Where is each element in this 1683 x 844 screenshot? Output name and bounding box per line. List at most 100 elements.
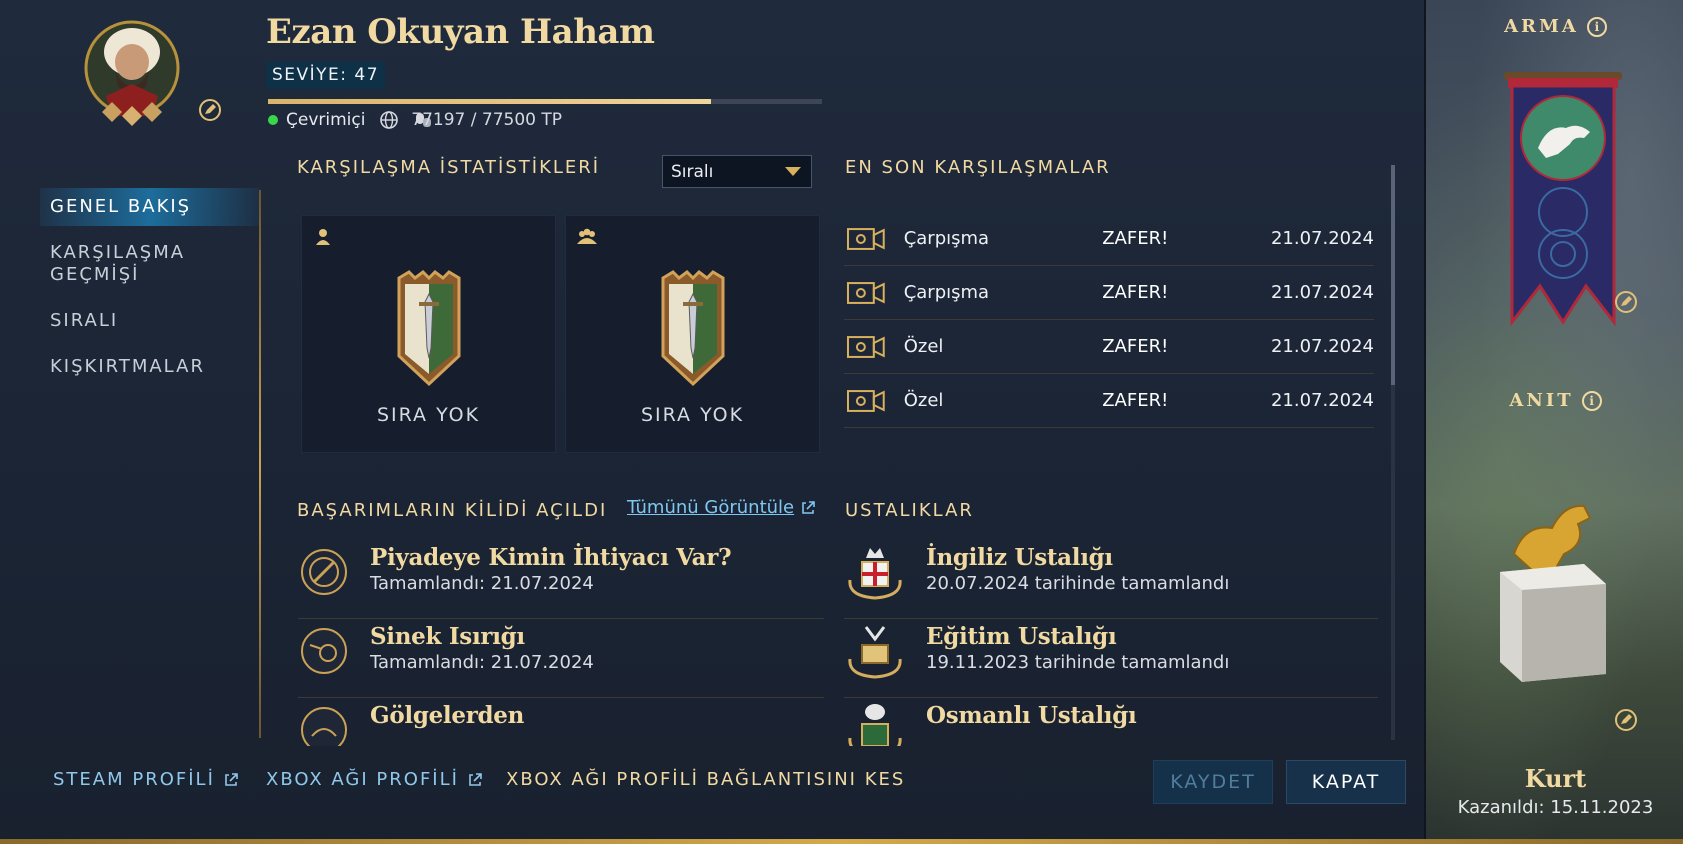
replay-camera-icon[interactable]	[846, 333, 886, 361]
mastery-title: Eğitim Ustalığı	[926, 623, 1117, 650]
xbox-profile-link[interactable]: XBOX AĞI PROFİLİ	[266, 769, 483, 790]
level-badge: SEVİYE: 47	[266, 62, 386, 89]
match-type: Özel	[903, 336, 944, 357]
achievement-title: Sinek Isırığı	[370, 623, 525, 650]
arms-title-label: ARMA	[1504, 16, 1579, 37]
match-result: ZAFER!	[1102, 282, 1169, 303]
training-mastery-icon	[848, 626, 902, 679]
replay-camera-icon[interactable]	[846, 225, 886, 253]
mastery-item[interactable]: İngiliz Ustalığı 20.07.2024 tarihinde ta…	[844, 540, 1378, 619]
wolf-monument-image[interactable]	[1494, 484, 1614, 684]
nav-divider	[259, 190, 261, 738]
achievement-completed-date: Tamamlandı: 21.07.2024	[370, 573, 594, 594]
match-date: 21.07.2024	[1270, 336, 1374, 357]
profile-main-panel: Ezan Okuyan Haham SEVİYE: 47 Çevrimiçi 7…	[0, 0, 1424, 844]
mastery-title: İngiliz Ustalığı	[926, 544, 1113, 571]
xp-progress-bar	[268, 99, 822, 104]
rank-shield-icon	[397, 270, 461, 387]
view-all-label: Tümünü Görüntüle	[627, 497, 795, 518]
coat-of-arms-banner[interactable]	[1504, 72, 1622, 334]
replay-camera-icon[interactable]	[846, 279, 886, 307]
mastery-title: Osmanlı Ustalığı	[926, 702, 1137, 729]
unlink-xbox-label: XBOX AĞI PROFİLİ BAĞLANTISINI KES	[506, 769, 906, 790]
match-stats-title: KARŞILAŞMA İSTATİSTİKLERİ	[297, 157, 601, 178]
achievement-infantry-icon	[301, 549, 347, 595]
achievements-title: BAŞARIMLARIN KİLİDİ AÇILDI	[297, 500, 608, 521]
unlink-xbox-profile-link[interactable]: XBOX AĞI PROFİLİ BAĞLANTISINI KES	[506, 769, 905, 790]
match-row[interactable]: Özel ZAFER! 21.07.2024	[844, 374, 1374, 428]
mastery-item[interactable]: Eğitim Ustalığı 19.11.2023 tarihinde tam…	[844, 619, 1378, 698]
mastery-completed-date: 19.11.2023 tarihinde tamamlandı	[926, 652, 1230, 673]
achievement-title: Piyadeye Kimin İhtiyacı Var?	[370, 544, 732, 571]
mastery-item[interactable]: Osmanlı Ustalığı	[844, 698, 1378, 746]
player-avatar[interactable]	[82, 16, 182, 132]
rank-status: SIRA YOK	[640, 404, 745, 426]
close-button[interactable]: KAPAT	[1286, 760, 1406, 804]
external-link-icon	[469, 772, 482, 786]
edit-monument-icon[interactable]	[1614, 708, 1638, 732]
achievement-item[interactable]: Piyadeye Kimin İhtiyacı Var? Tamamlandı:…	[298, 540, 824, 619]
online-status-dot	[268, 115, 278, 125]
match-date: 21.07.2024	[1270, 390, 1374, 411]
chevron-down-icon	[785, 167, 801, 176]
solo-player-icon	[316, 229, 330, 245]
monument-name: Kurt	[1524, 764, 1587, 793]
match-stats-mode-dropdown[interactable]: Sıralı	[662, 155, 812, 188]
achievement-item[interactable]: Gölgelerden	[298, 698, 824, 746]
ottoman-mastery-icon	[848, 704, 902, 746]
edit-arms-icon[interactable]	[1614, 290, 1638, 314]
english-mastery-icon	[848, 548, 902, 600]
edit-avatar-icon[interactable]	[198, 98, 222, 122]
heraldry-panel: ARMA i ANIT i Kurt Kazanıldı: 15.11.2023	[1424, 0, 1683, 844]
achievement-fly-bite-icon	[301, 628, 347, 674]
match-date: 21.07.2024	[1270, 282, 1374, 303]
monument-title-label: ANIT	[1509, 390, 1574, 411]
dropdown-value: Sıralı	[671, 161, 714, 182]
monument-title: ANIT i	[1426, 390, 1683, 411]
info-icon[interactable]: i	[1581, 390, 1602, 411]
view-all-achievements-link[interactable]: Tümünü Görüntüle	[627, 497, 816, 518]
match-type: Özel	[903, 390, 944, 411]
achievement-completed-date: Tamamlandı: 21.07.2024	[370, 652, 594, 673]
replay-camera-icon[interactable]	[846, 387, 886, 415]
match-row[interactable]: Çarpışma ZAFER! 21.07.2024	[844, 266, 1374, 320]
external-link-icon	[225, 772, 238, 786]
nav-item-taunts[interactable]: KIŞKIRTMALAR	[40, 348, 260, 386]
match-date: 21.07.2024	[1270, 228, 1374, 249]
rank-card-team[interactable]: SIRA YOK	[565, 215, 820, 453]
match-result: ZAFER!	[1102, 390, 1169, 411]
match-row[interactable]: Çarpışma ZAFER! 21.07.2024	[844, 212, 1374, 266]
xp-readout: 77197 / 77500 TP	[411, 110, 562, 130]
profile-nav: GENEL BAKIŞ KARŞILAŞMA GEÇMİŞİ SIRALI KI…	[40, 188, 260, 394]
rank-status: SIRA YOK	[376, 404, 481, 426]
nav-item-overview[interactable]: GENEL BAKIŞ	[40, 188, 260, 226]
nav-item-match-history[interactable]: KARŞILAŞMA GEÇMİŞİ	[40, 234, 200, 294]
arms-title: ARMA i	[1426, 16, 1683, 37]
info-icon[interactable]: i	[1586, 16, 1607, 37]
match-result: ZAFER!	[1102, 336, 1169, 357]
rank-shield-icon	[661, 270, 725, 387]
xp-progress-fill	[268, 99, 712, 104]
nav-item-ranked[interactable]: SIRALI	[40, 302, 260, 340]
masteries-title: USTALIKLAR	[845, 500, 974, 521]
rank-card-solo[interactable]: SIRA YOK	[301, 215, 556, 453]
match-row[interactable]: Özel ZAFER! 21.07.2024	[844, 320, 1374, 374]
bottom-border	[0, 839, 1683, 844]
xbox-profile-label: XBOX AĞI PROFİLİ	[266, 769, 459, 790]
player-name: Ezan Okuyan Haham	[266, 12, 655, 52]
achievement-shadows-icon	[301, 707, 347, 746]
achievement-item[interactable]: Sinek Isırığı Tamamlandı: 21.07.2024	[298, 619, 824, 698]
match-result: ZAFER!	[1102, 228, 1169, 249]
save-button[interactable]: KAYDET	[1153, 760, 1273, 804]
globe-icon[interactable]	[379, 110, 399, 130]
monument-earned-date: Kazanıldı: 15.11.2023	[1457, 797, 1654, 818]
match-type: Çarpışma	[903, 282, 990, 303]
mastery-completed-date: 20.07.2024 tarihinde tamamlandı	[926, 573, 1230, 594]
scrollbar-thumb[interactable]	[1391, 165, 1395, 385]
achievement-title: Gölgelerden	[370, 702, 525, 729]
external-link-icon	[802, 500, 815, 514]
online-status-label: Çevrimiçi	[286, 110, 366, 130]
steam-profile-label: STEAM PROFİLİ	[53, 769, 215, 790]
steam-profile-link[interactable]: STEAM PROFİLİ	[53, 769, 239, 790]
online-status: Çevrimiçi	[268, 110, 433, 130]
